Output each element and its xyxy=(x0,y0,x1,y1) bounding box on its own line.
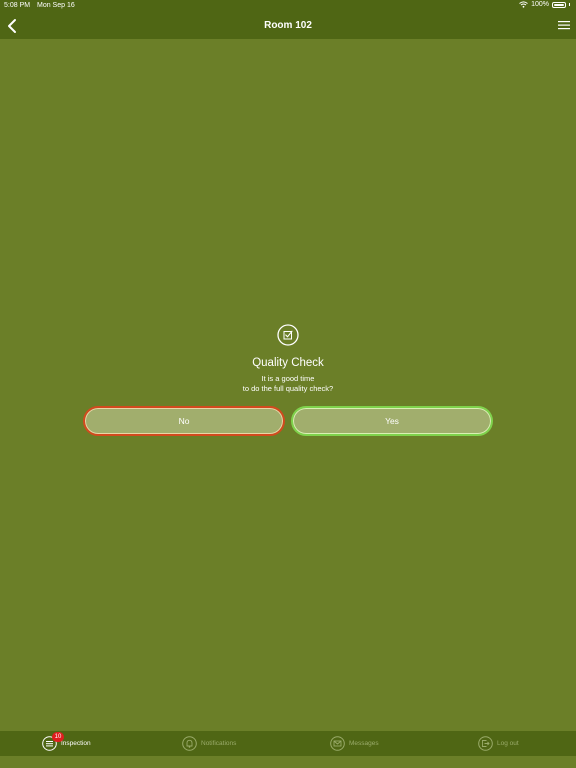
dialog-message-line1: It is a good time xyxy=(261,374,315,383)
inspection-icon-wrap: 10 xyxy=(42,731,64,751)
status-time: 5:08 PM xyxy=(4,2,31,9)
envelope-icon xyxy=(330,735,345,751)
no-button[interactable]: No xyxy=(83,406,285,436)
tab-logout[interactable]: Log out xyxy=(478,735,519,751)
checkbox-edit-icon xyxy=(277,324,299,346)
menu-icon[interactable] xyxy=(558,20,570,30)
bell-icon xyxy=(182,735,197,751)
battery-tip xyxy=(569,3,570,6)
yes-button-label: Yes xyxy=(385,416,399,426)
dialog-title: Quality Check xyxy=(252,357,324,369)
no-button-label: No xyxy=(178,416,190,426)
battery-percent: 100% xyxy=(531,1,549,8)
inspection-badge: 10 xyxy=(52,731,64,742)
wifi-icon xyxy=(519,1,528,8)
tab-messages-label: Messages xyxy=(349,739,379,747)
home-indicator-area xyxy=(0,756,576,768)
status-date: Mon Sep 16 xyxy=(37,2,75,9)
tab-messages[interactable]: Messages xyxy=(330,735,379,751)
tab-logout-label: Log out xyxy=(497,739,519,747)
page-title: Room 102 xyxy=(264,20,312,31)
status-bar: 5:08 PM Mon Sep 16 100% xyxy=(0,0,576,12)
tab-inspection-label: Inspection xyxy=(61,739,91,747)
navigation-bar: Room 102 xyxy=(0,12,576,39)
battery-icon xyxy=(552,1,566,8)
status-right: 100% xyxy=(519,1,570,8)
tab-notifications[interactable]: Notifications xyxy=(182,735,236,751)
dialog-message: It is a good time to do the full quality… xyxy=(0,374,576,393)
quality-check-dialog: Quality Check It is a good time to do th… xyxy=(0,324,576,393)
tab-notifications-label: Notifications xyxy=(201,739,237,747)
bottom-tab-bar: 10 Inspection Notifications Messages Log… xyxy=(0,731,576,756)
dialog-message-line2: to do the full quality check? xyxy=(242,383,334,393)
tab-inspection[interactable]: 10 Inspection xyxy=(42,731,91,751)
logout-icon xyxy=(478,735,493,751)
yes-button[interactable]: Yes xyxy=(291,406,493,436)
